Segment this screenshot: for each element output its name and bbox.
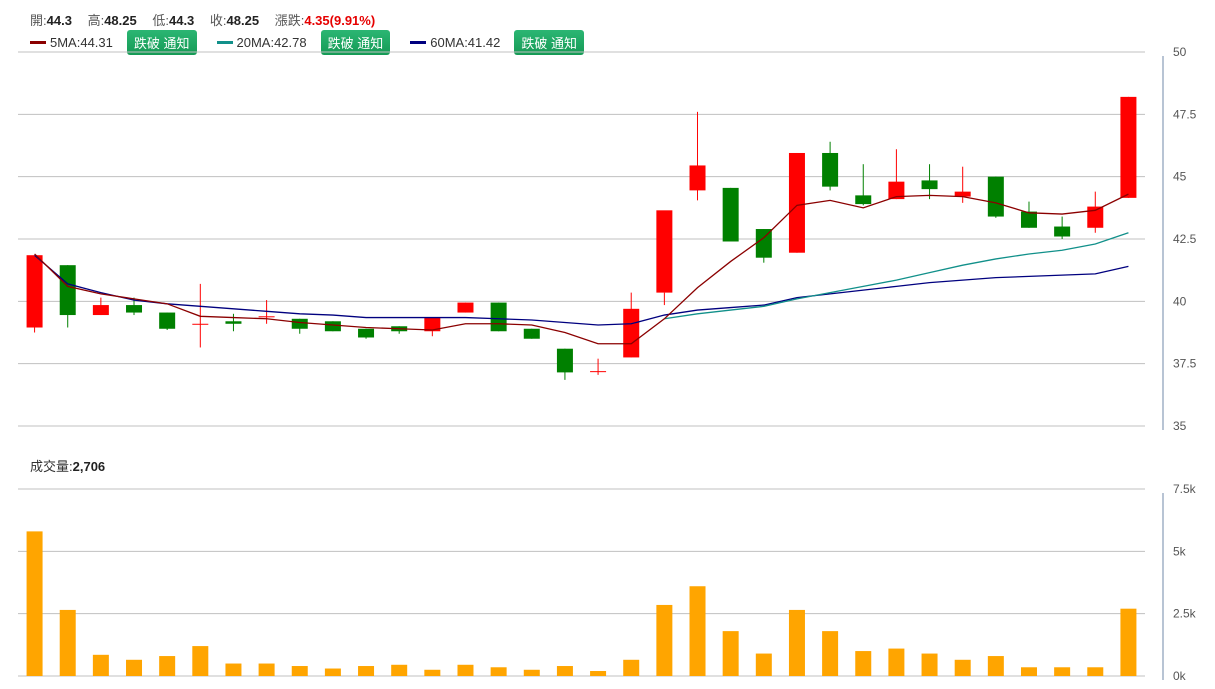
price-tick-label: 45 [1173,170,1187,184]
volume-bar [623,659,640,676]
volume-bar [689,586,706,676]
volume-bar [855,651,872,676]
stock-chart: 50 47.5 45 42.5 40 37.5 35 7.5k 5k 2.5k 0k [18,45,1197,683]
volume-bar [1054,667,1071,676]
candle-body [689,165,706,191]
volume-bar [424,669,441,676]
candle-body [457,302,474,313]
candle-body [987,176,1004,217]
volume-bar [590,671,607,676]
candle-body [192,323,209,325]
volume-bar [1020,667,1037,676]
price-tick-label: 50 [1173,45,1187,59]
volume-bar [1087,667,1104,676]
volume-bar [159,656,176,676]
volume-bar [921,653,938,676]
candle-body [59,265,76,316]
volume-bar [391,664,408,676]
candle-body [490,302,507,332]
candle-body [159,312,176,329]
volume-bar [788,609,805,676]
candle-body [822,152,839,187]
candle-body [556,348,573,373]
volume-bar [457,664,474,676]
candle-body [258,316,275,318]
volume-bar [324,668,341,676]
volume-bar [92,654,109,676]
volume-tick-label: 2.5k [1173,607,1197,621]
volume-bar [523,669,540,676]
candle-body [1054,226,1071,237]
candle-body [755,229,772,258]
candle-body [623,308,640,358]
volume-bar [490,667,507,676]
volume-bar [59,609,76,676]
volume-bar [192,646,209,676]
candle-body [324,321,341,332]
volume-bar [755,653,772,676]
volume-bar [225,663,242,676]
volume-bar [358,666,375,676]
candle-body [722,187,739,242]
volume-bar [656,604,673,676]
ma5-line [34,193,1129,345]
candle-body [1120,96,1137,198]
candle-body [921,180,938,190]
candle-body [590,371,607,373]
candle-body [523,328,540,339]
price-tick-label: 40 [1173,294,1187,308]
candle-body [92,305,109,316]
price-tick-label: 47.5 [1173,107,1197,121]
ma60-line [34,254,1129,326]
volume-tick-label: 0k [1173,669,1187,683]
price-tick-label: 37.5 [1173,357,1197,371]
volume-tick-label: 7.5k [1173,482,1197,496]
candle-body [26,255,43,328]
volume-bar [954,659,971,676]
price-tick-label: 42.5 [1173,232,1197,246]
volume-bar [987,656,1004,676]
candle-body [225,321,242,324]
volume-tick-label: 5k [1173,544,1187,558]
volume-bar [888,648,905,676]
candle-body [855,195,872,205]
candle-body [656,210,673,293]
volume-bar [258,663,275,676]
volume-bar [26,531,43,676]
volume-bar [556,666,573,676]
candle-body [291,318,308,329]
volume-bar [722,631,739,676]
price-tick-label: 35 [1173,419,1187,433]
volume-bar [822,631,839,676]
volume-bar [126,659,143,676]
candle-body [1020,211,1037,228]
volume-bar [1120,608,1137,676]
candle-body [358,328,375,338]
candle-body [126,305,143,313]
candle-body [788,152,805,253]
volume-bar [291,666,308,676]
